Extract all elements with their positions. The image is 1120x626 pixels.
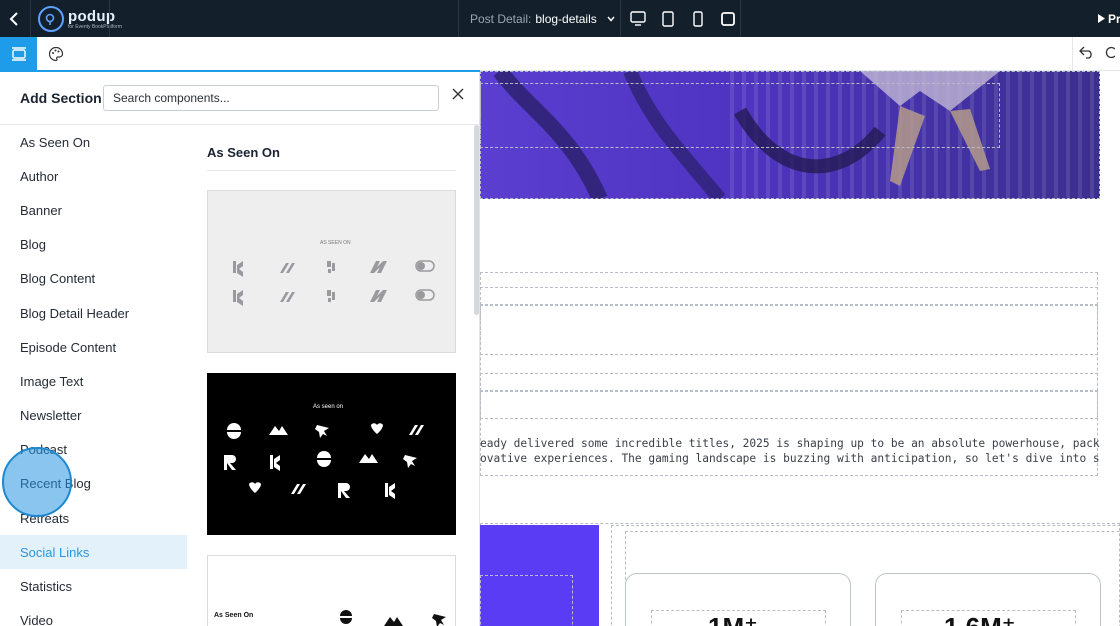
category-item[interactable]: Blog Content <box>0 262 187 296</box>
stat-value: 1.6M⁺ <box>944 612 1016 626</box>
chevron-down-icon <box>607 16 615 22</box>
panel-header: Add Section <box>0 72 479 125</box>
category-list: As Seen On Author Banner Blog Blog Content Bl… <box>0 125 187 626</box>
editor-toolbar <box>0 37 1120 71</box>
page-selector-value: blog-details <box>535 11 597 26</box>
panel-title: Add Section <box>20 90 102 106</box>
category-item[interactable]: Podcast <box>0 433 187 467</box>
blog-body-text: eady delivered some incredible titles, 2… <box>480 436 1100 466</box>
divider <box>109 0 110 37</box>
logo-grid-icon <box>224 423 424 499</box>
mobile-view-button[interactable] <box>688 9 708 29</box>
page-canvas: eady delivered some incredible titles, 2… <box>480 71 1120 626</box>
palette-icon <box>48 46 63 62</box>
history-controls <box>1072 37 1116 71</box>
close-panel-button[interactable] <box>449 85 467 103</box>
layers-icon <box>11 47 26 61</box>
body-line: eady delivered some incredible titles, 2… <box>480 437 1100 450</box>
component-thumbnail-light[interactable]: AS SEEN ON <box>207 190 456 353</box>
undo-icon <box>1079 46 1092 59</box>
category-item[interactable]: Banner <box>0 193 187 227</box>
component-preview-list: As Seen On AS SEEN ON As seen on As Seen… <box>207 125 456 626</box>
page-selector[interactable]: Post Detail: blog-details <box>470 0 615 37</box>
redo-button[interactable] <box>1105 45 1116 64</box>
category-item[interactable]: Author <box>0 159 187 193</box>
category-item[interactable]: Social Links <box>0 535 187 570</box>
undo-button[interactable] <box>1079 45 1095 64</box>
preview-section-title: As Seen On <box>207 145 456 171</box>
category-item[interactable]: Video <box>0 604 187 626</box>
logo-name: podup <box>68 7 116 25</box>
logo-grid-icon <box>233 260 435 306</box>
preview-label: Pr <box>1108 11 1120 26</box>
component-thumbnail-white[interactable]: As Seen On <box>207 555 456 626</box>
tablet-icon <box>662 10 674 27</box>
category-item[interactable]: Blog <box>0 228 187 262</box>
desktop-icon <box>630 11 646 26</box>
logo-row-icon <box>340 610 446 626</box>
category-item[interactable]: Newsletter <box>0 399 187 433</box>
add-section-panel: Add Section As Seen OnAuthorBannerBlogBl… <box>0 72 480 626</box>
category-item[interactable]: Blog Detail Header <box>0 296 187 330</box>
logo-subtitle: for Eventy BookPlatform <box>68 23 122 30</box>
search-input[interactable] <box>103 85 439 111</box>
podup-logo-icon <box>38 6 64 32</box>
play-icon <box>1098 14 1105 23</box>
category-item[interactable]: As Seen On <box>0 125 187 159</box>
theme-button[interactable] <box>37 37 74 71</box>
preview-button[interactable]: Pr <box>1098 0 1120 37</box>
divider <box>740 0 741 37</box>
chevron-left-icon <box>9 11 18 26</box>
mobile-icon <box>693 10 703 27</box>
page-selector-label: Post Detail: <box>470 11 532 26</box>
divider <box>30 0 31 37</box>
desktop-view-button[interactable] <box>628 9 648 29</box>
stat-value: 1M⁺ <box>708 612 758 626</box>
category-item[interactable]: Statistics <box>0 569 187 603</box>
category-item[interactable]: Episode Content <box>0 330 187 364</box>
tablet-view-button[interactable] <box>658 9 678 29</box>
square-icon <box>721 11 735 26</box>
divider <box>620 0 621 37</box>
divider <box>458 0 459 37</box>
sections-button[interactable] <box>0 37 37 71</box>
redo-icon <box>1105 46 1116 58</box>
close-icon <box>452 88 464 100</box>
top-bar: podup for Eventy BookPlatform Post Detai… <box>0 0 1120 37</box>
component-thumbnail-dark[interactable]: As seen on <box>207 373 456 535</box>
panel-scrollbar[interactable] <box>474 125 479 315</box>
body-line: ovative experiences. The gaming landscap… <box>480 452 1100 465</box>
device-switcher <box>622 0 738 37</box>
stat-card: 1.6M⁺ <box>875 573 1101 626</box>
category-item[interactable]: Retreats <box>0 501 187 535</box>
fullscreen-view-button[interactable] <box>718 9 738 29</box>
stat-card: 1M⁺ <box>625 573 851 626</box>
back-button[interactable] <box>0 0 30 37</box>
category-item[interactable]: Image Text <box>0 364 187 398</box>
category-item[interactable]: Recent Blog <box>0 467 187 501</box>
